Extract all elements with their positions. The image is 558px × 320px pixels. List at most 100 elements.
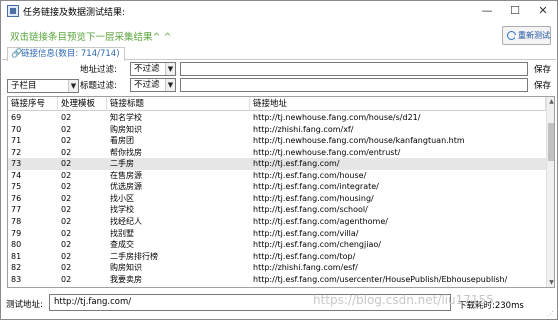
cell-template: 02 xyxy=(61,274,72,284)
status-bar: 测试地址: http://tj.fang.com/ 下载耗时:230ms xyxy=(2,291,556,319)
table-row[interactable]: 77 02 找学校 http://tj.esf.fang.com/school/ xyxy=(8,204,546,216)
scroll-up-icon[interactable]: ▲ xyxy=(547,97,554,106)
cell-template: 02 xyxy=(61,170,72,180)
cell-index: 77 xyxy=(11,205,22,215)
table-row[interactable]: 75 02 优选房源 http://tj.esf.fang.com/integrate… xyxy=(8,181,546,193)
cell-url: http://tj.newhouse.fang.com/entrust/ xyxy=(253,147,401,157)
cell-url: http://tj.esf.fang.com/usercenter/HouseP… xyxy=(253,274,508,284)
cell-index: 81 xyxy=(11,251,22,261)
url-filter-save-button[interactable]: 保存 xyxy=(534,63,551,75)
maximize-button[interactable]: ☐ xyxy=(501,1,529,21)
cell-url: http://zhishi.fang.com/esf/ xyxy=(253,263,358,273)
cell-index: 70 xyxy=(11,124,22,134)
cell-template: 02 xyxy=(61,124,72,134)
cell-template: 02 xyxy=(61,113,72,122)
table-row[interactable]: 82 02 购房知识 http://zhishi.fang.com/esf/ xyxy=(8,262,546,274)
column-header-template[interactable]: 处理模板 xyxy=(58,97,107,111)
chevron-down-icon: ▼ xyxy=(68,80,78,92)
table-row[interactable]: 72 02 帮你找房 http://tj.newhouse.fang.com/entr… xyxy=(8,147,546,159)
url-filter-mode-select[interactable]: 不过滤 ▼ xyxy=(130,62,176,76)
cell-title: 购房知识 xyxy=(110,263,142,273)
title-filter-save-button[interactable]: 保存 xyxy=(534,79,551,91)
table-row[interactable]: 83 02 我要卖房 http://tj.esf.fang.com/usercente… xyxy=(8,274,546,286)
cell-template: 02 xyxy=(61,159,72,169)
cell-url: http://tj.newhouse.fang.com/house/s/d21/ xyxy=(253,113,421,122)
title-filter-input[interactable] xyxy=(180,78,528,92)
cell-title: 找别墅 xyxy=(110,228,134,238)
cell-url: http://tj.esf.fang.com/housing/ xyxy=(253,193,374,203)
minimize-button[interactable]: — xyxy=(473,1,501,21)
cell-template: 02 xyxy=(61,182,72,192)
cell-index: 83 xyxy=(11,274,22,284)
window-title: 任务链接及数据测试结果: xyxy=(23,8,126,18)
cell-index: 75 xyxy=(11,182,22,192)
vertical-scrollbar[interactable]: ▲ ▼ xyxy=(546,97,554,287)
cell-title: 二手房 xyxy=(110,159,134,169)
download-time: 下载耗时:230ms xyxy=(458,301,524,311)
cell-template: 02 xyxy=(61,240,72,250)
tab-link-info[interactable]: 🔗链接信息(数目: 714/714) xyxy=(7,47,125,61)
url-filter-row: 地址过滤: 不过滤 ▼ 保存 xyxy=(2,61,556,77)
cell-url: http://tj.newhouse.fang.com/house/kanfan… xyxy=(253,136,465,146)
table-row[interactable]: 73 02 二手房 http://tj.esf.fang.com/ xyxy=(8,158,546,170)
cell-url: http://tj.esf.fang.com/chengjiao/ xyxy=(253,240,381,250)
cell-index: 73 xyxy=(11,159,22,169)
cell-url: http://tj.esf.fang.com/school/ xyxy=(253,205,368,215)
cell-title: 知名学校 xyxy=(110,113,142,122)
test-url-label: 测试地址: xyxy=(6,300,43,310)
column-select[interactable]: 子栏目 ▼ xyxy=(7,79,79,93)
retest-button-label: 重新测试 xyxy=(518,31,550,40)
table-row[interactable]: 70 02 购房知识 http://zhishi.fang.com/xf/ xyxy=(8,124,546,136)
resize-grip-icon[interactable]: ⋰ xyxy=(547,310,556,319)
cell-title: 找经纪人 xyxy=(110,216,142,226)
retest-button[interactable]: 重新测试 xyxy=(502,26,551,45)
table-row[interactable]: 79 02 找别墅 http://tj.esf.fang.com/villa/ xyxy=(8,228,546,240)
column-header-url[interactable]: 链接地址 xyxy=(250,97,546,111)
table-body: 69 02 知名学校 http://tj.newhouse.fang.com/hous… xyxy=(8,112,546,287)
link-icon: 🔗 xyxy=(11,49,23,59)
cell-index: 74 xyxy=(11,170,22,180)
cell-template: 02 xyxy=(61,216,72,226)
column-header-title[interactable]: 链接标题 xyxy=(107,97,250,111)
table-row[interactable]: 74 02 在售房源 http://tj.esf.fang.com/house/ xyxy=(8,170,546,182)
column-header-index[interactable]: 链接序号 xyxy=(8,97,58,111)
table-row[interactable]: 80 02 查成交 http://tj.esf.fang.com/chengjiao/ xyxy=(8,239,546,251)
scrollbar-thumb[interactable] xyxy=(548,123,554,161)
cell-template: 02 xyxy=(61,228,72,238)
cell-template: 02 xyxy=(61,205,72,215)
close-button[interactable]: ✕ xyxy=(529,1,557,21)
table-row[interactable]: 81 02 二手房排行榜 http://tj.esf.fang.com/top/ xyxy=(8,251,546,263)
title-filter-mode-select[interactable]: 不过滤 ▼ xyxy=(130,78,176,92)
main-window: 任务链接及数据测试结果: — ☐ ✕ 双击链接条目预览下一层采集结果^ ^ 重新… xyxy=(0,0,558,320)
cell-title: 优选房源 xyxy=(110,182,142,192)
table-row[interactable]: 69 02 知名学校 http://tj.newhouse.fang.com/hous… xyxy=(8,112,546,124)
hint-bar: 双击链接条目预览下一层采集结果^ ^ 重新测试 xyxy=(2,21,556,47)
cell-title: 二手房排行榜 xyxy=(110,251,158,261)
cell-title: 找学校 xyxy=(110,205,134,215)
cell-index: 78 xyxy=(11,216,22,226)
title-bar: 任务链接及数据测试结果: — ☐ ✕ xyxy=(1,1,557,21)
test-url-input[interactable]: http://tj.fang.com/ xyxy=(49,294,451,311)
url-filter-mode-value: 不过滤 xyxy=(134,64,160,74)
cell-title: 查成交 xyxy=(110,240,134,250)
cell-url: http://tj.esf.fang.com/top/ xyxy=(253,251,356,261)
cell-title: 帮你找房 xyxy=(110,147,142,157)
title-filter-mode-value: 不过滤 xyxy=(134,80,160,90)
table-header: 链接序号 处理模板 链接标题 链接地址 xyxy=(8,97,546,111)
table-row[interactable]: 71 02 看房团 http://tj.newhouse.fang.com/house… xyxy=(8,135,546,147)
url-filter-input[interactable] xyxy=(180,62,528,76)
cell-index: 72 xyxy=(11,147,22,157)
cell-index: 80 xyxy=(11,240,22,250)
cell-index: 79 xyxy=(11,228,22,238)
cell-url: http://tj.esf.fang.com/house/ xyxy=(253,170,367,180)
table-row[interactable]: 76 02 找小区 http://tj.esf.fang.com/housing/ xyxy=(8,193,546,205)
link-table: 链接序号 处理模板 链接标题 链接地址 69 02 知名学校 http://tj.ne… xyxy=(7,96,555,288)
cell-template: 02 xyxy=(61,147,72,157)
scroll-down-icon[interactable]: ▼ xyxy=(547,278,554,287)
tab-link-info-label: 链接信息(数目: 714/714) xyxy=(21,49,120,59)
column-select-value: 子栏目 xyxy=(11,81,37,91)
table-row[interactable]: 78 02 找经纪人 http://tj.esf.fang.com/agenthome… xyxy=(8,216,546,228)
title-filter-row: 子栏目 ▼ 标题过滤: 不过滤 ▼ 保存 xyxy=(2,77,556,93)
title-filter-label: 标题过滤: xyxy=(80,81,117,91)
cell-template: 02 xyxy=(61,251,72,261)
